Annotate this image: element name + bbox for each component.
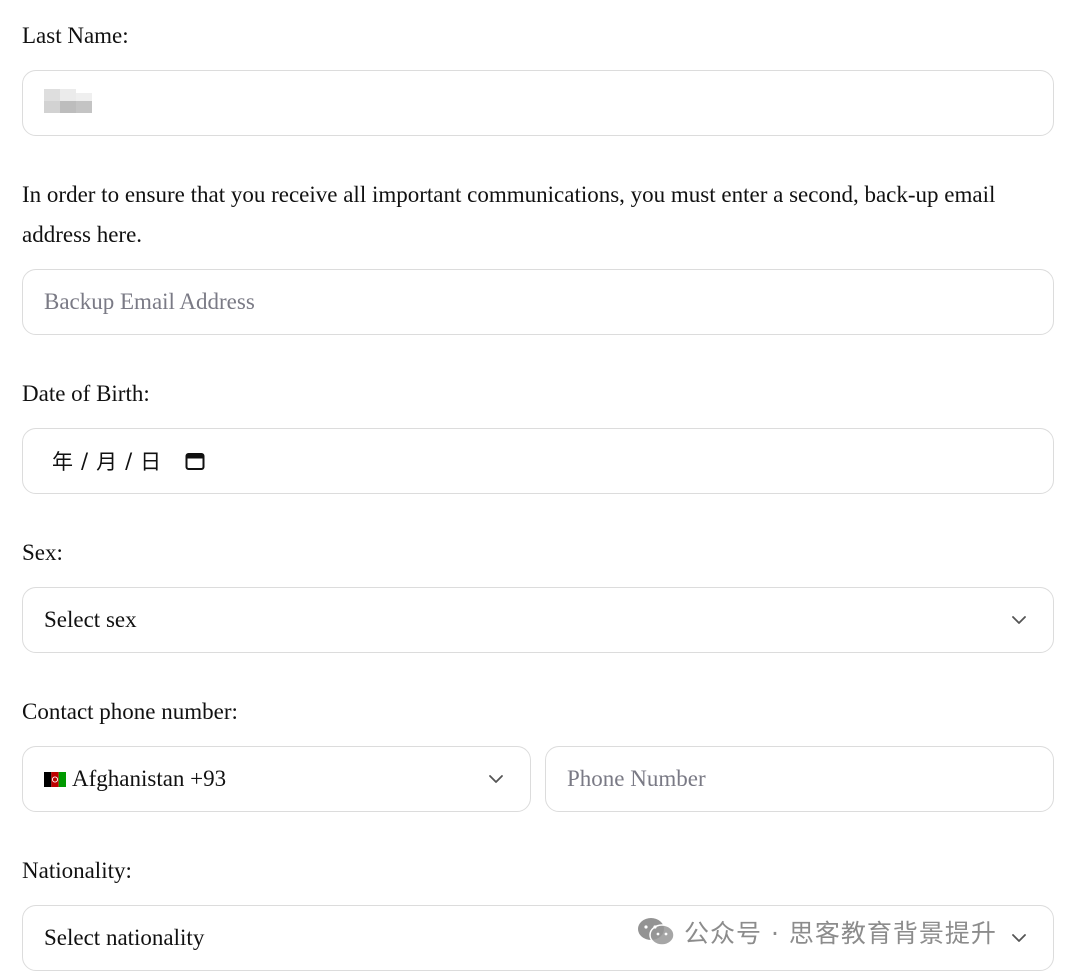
dob-day-segment[interactable]: 日	[140, 446, 161, 476]
chevron-down-icon	[1012, 934, 1026, 942]
dob-separator: /	[81, 449, 89, 473]
backup-email-input[interactable]: Backup Email Address	[22, 269, 1054, 335]
watermark-text: 公众号 · 思客教育背景提升	[684, 919, 997, 948]
watermark: 公众号 · 思客教育背景提升	[636, 914, 997, 950]
country-code-select[interactable]: Afghanistan +93	[22, 746, 531, 812]
afghanistan-flag-icon	[44, 771, 66, 787]
date-of-birth-input[interactable]: 年 / 月 / 日	[22, 428, 1054, 494]
chevron-down-icon	[1012, 616, 1026, 624]
dob-year-segment[interactable]: 年	[52, 446, 73, 476]
last-name-label: Last Name:	[22, 23, 129, 48]
chevron-down-icon	[489, 775, 503, 783]
phone-number-placeholder: Phone Number	[567, 766, 706, 791]
dob-separator: /	[125, 449, 133, 473]
nationality-selected-value: Select nationality	[44, 925, 205, 950]
date-of-birth-label: Date of Birth:	[22, 381, 150, 406]
phone-number-input[interactable]: Phone Number	[545, 746, 1054, 812]
sex-select[interactable]: Select sex	[22, 587, 1054, 653]
backup-email-instructions: In order to ensure that you receive all …	[22, 182, 996, 247]
calendar-icon[interactable]	[185, 451, 205, 471]
contact-phone-label: Contact phone number:	[22, 699, 238, 724]
sex-selected-value: Select sex	[44, 607, 137, 632]
sex-label: Sex:	[22, 540, 63, 565]
backup-email-placeholder: Backup Email Address	[44, 289, 255, 314]
last-name-input[interactable]	[22, 70, 1054, 136]
wechat-icon	[638, 918, 675, 946]
nationality-label: Nationality:	[22, 858, 132, 883]
redacted-value	[44, 89, 92, 113]
dob-month-segment[interactable]: 月	[96, 446, 117, 476]
country-code-value: Afghanistan +93	[72, 766, 227, 791]
